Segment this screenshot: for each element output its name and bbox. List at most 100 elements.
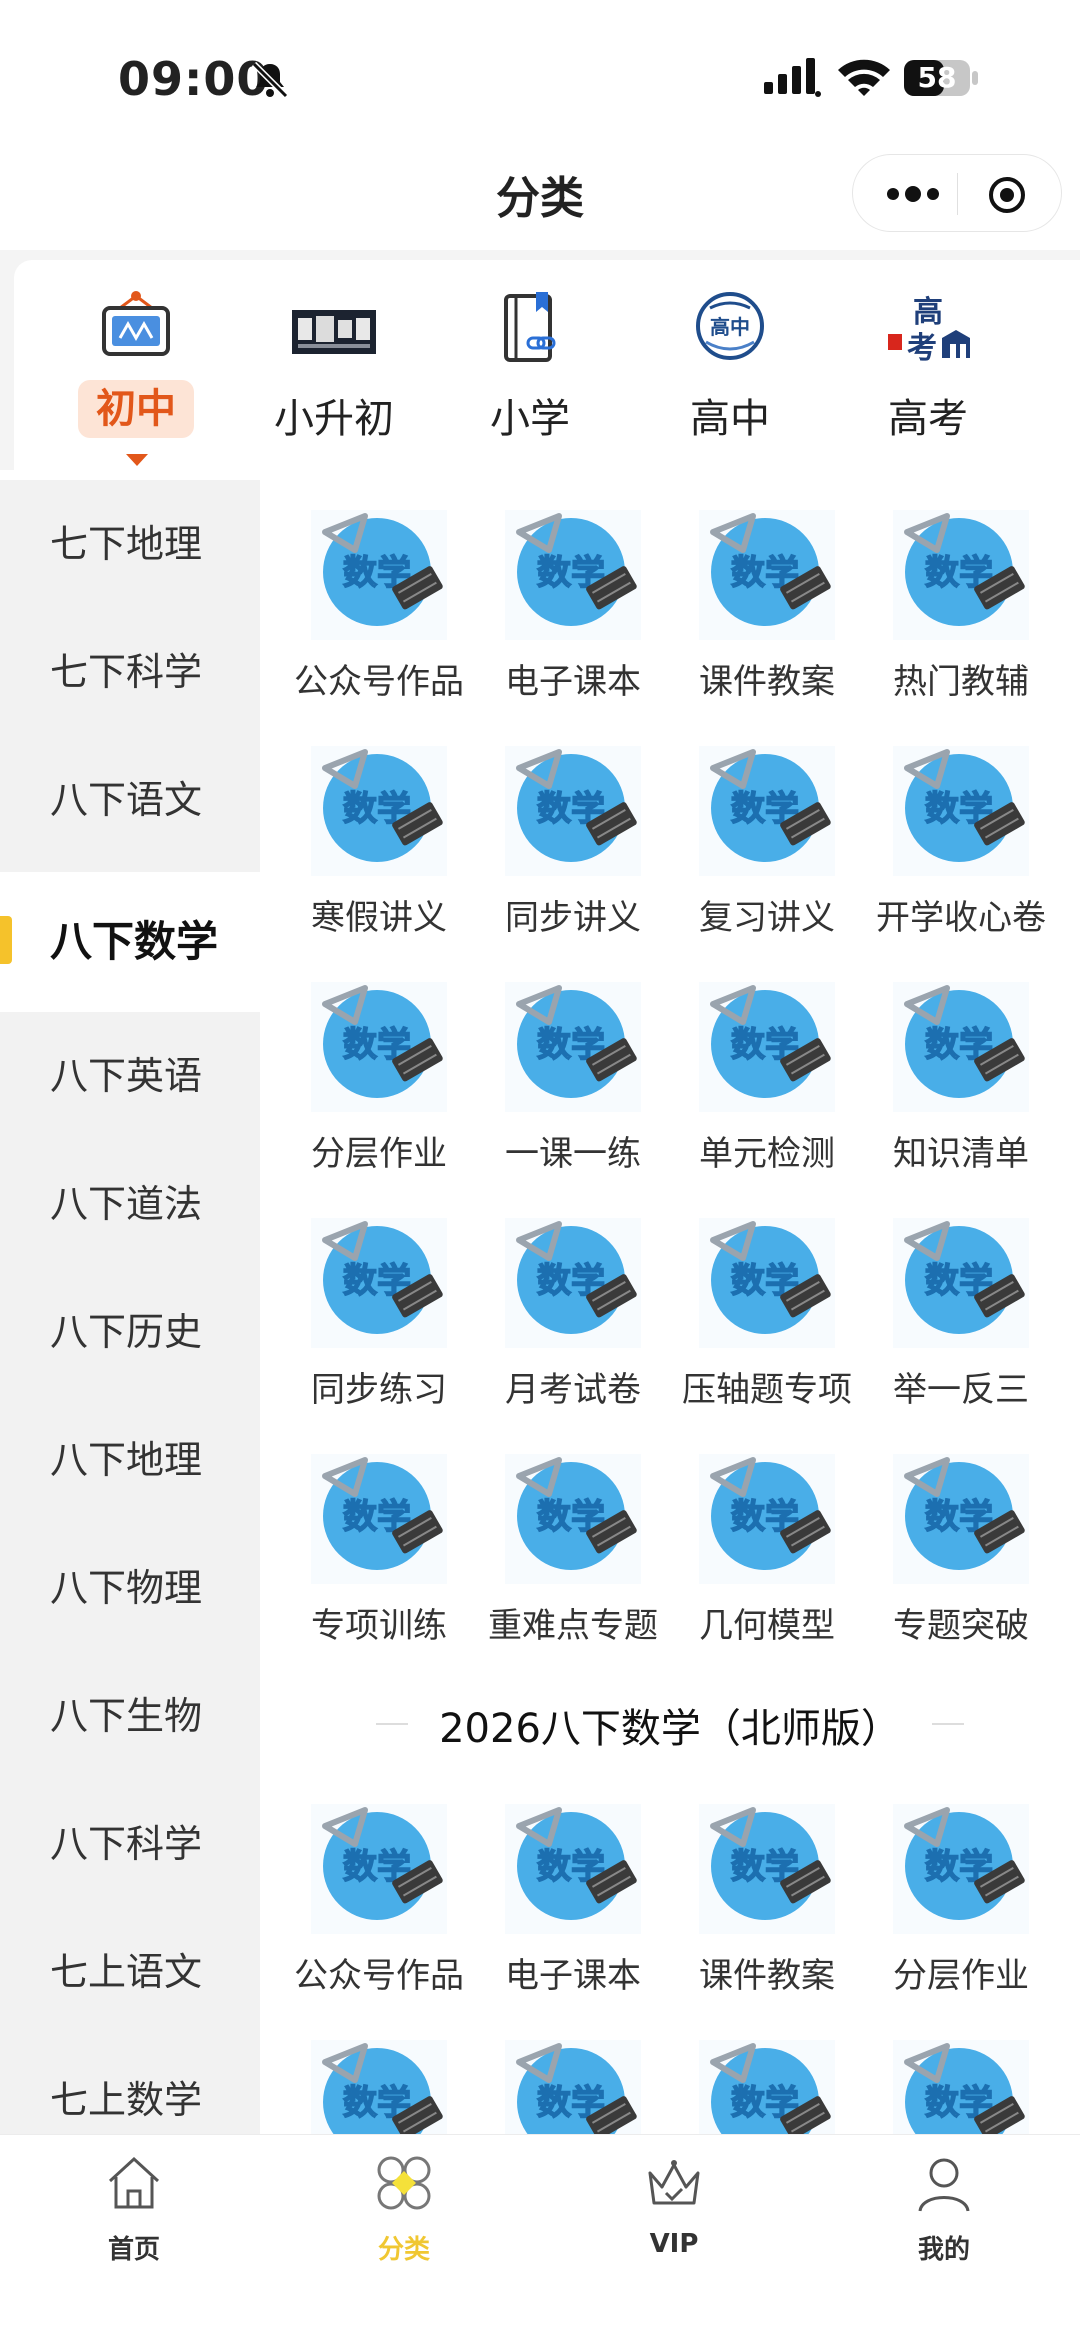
resource-item[interactable]: 数学 专题突破 [864, 1440, 1058, 1676]
status-bar: 09:00 58 [0, 0, 1080, 160]
level-card: 初中 小升初 小学 高中 高中 高 考 高考 [14, 260, 1080, 470]
gaokao-top-text: 高 [913, 295, 943, 330]
sidebar-item[interactable]: 八下英语 [0, 1012, 260, 1140]
badge-text: 高中 [710, 315, 750, 339]
math-thumbnail-icon: 数学 [505, 2040, 641, 2134]
resource-label: 知识清单 [893, 1134, 1029, 1174]
level-tab-primary-to-junior[interactable]: 小升初 [254, 288, 414, 468]
sidebar-item[interactable]: 七上数学 [0, 2036, 260, 2134]
sidebar-item-label: 八下地理 [50, 1438, 203, 1482]
sidebar-item-label: 七下地理 [50, 522, 203, 566]
resource-item[interactable]: 数学 同步讲义 [476, 732, 670, 968]
level-tab-junior[interactable]: 初中 [56, 288, 216, 468]
level-label: 初中 [78, 380, 194, 438]
sidebar-item[interactable]: 七下地理 [0, 480, 260, 608]
nav-bar: 分类 [0, 140, 1080, 250]
book-link-icon [504, 292, 556, 362]
tab-label: VIP [649, 2229, 699, 2259]
sidebar-item[interactable]: 八下地理 [0, 1396, 260, 1524]
resource-item[interactable]: 数学 专项训练 [282, 1440, 476, 1676]
sidebar-item[interactable]: 八下科学 [0, 1780, 260, 1908]
resource-label: 开学收心卷 [876, 898, 1046, 938]
math-thumbnail-icon: 数学 [699, 2040, 835, 2134]
sidebar-item[interactable]: 八下历史 [0, 1268, 260, 1396]
subject-sidebar: 七下地理 七下科学 八下语文 八下数学 八下英语 八下道法 八下历史 八下地理 … [0, 480, 260, 2134]
resource-item[interactable]: 数学 知识清单 [864, 968, 1058, 1204]
sidebar-item[interactable]: 八下语文 [0, 736, 260, 864]
sidebar-item-label: 八下数学 [50, 917, 219, 966]
resource-item[interactable]: 数学 热门教辅 [864, 496, 1058, 732]
resource-label: 热门教辅 [893, 662, 1029, 702]
resource-label: 专项训练 [311, 1606, 447, 1646]
resource-item[interactable]: 数学 课件教案 [670, 496, 864, 732]
resource-item[interactable]: 数学 分层作业 [282, 968, 476, 1204]
sidebar-item[interactable]: 七下科学 [0, 608, 260, 736]
resource-item[interactable]: 数学 复习讲义 [670, 732, 864, 968]
resource-item[interactable]: 数学 [670, 2026, 864, 2134]
resource-item[interactable]: 数学 课件教案 [670, 1790, 864, 2026]
resource-item[interactable]: 数学 一课一练 [476, 968, 670, 1204]
level-tab-primary[interactable]: 小学 [450, 288, 610, 468]
home-icon [108, 2156, 160, 2209]
resource-item[interactable]: 数学 [864, 2026, 1058, 2134]
resource-label: 分层作业 [893, 1956, 1029, 1996]
tab-vip[interactable]: VIP [584, 2153, 764, 2273]
resource-item[interactable]: 数学 寒假讲义 [282, 732, 476, 968]
tab-profile[interactable]: 我的 [854, 2153, 1034, 2273]
math-thumbnail-icon: 数学 [311, 1218, 447, 1348]
sidebar-item[interactable]: 八下道法 [0, 1140, 260, 1268]
sidebar-item-label: 七上数学 [50, 2078, 203, 2122]
wifi-icon [838, 59, 890, 96]
tab-label: 我的 [917, 2235, 970, 2265]
resource-item[interactable]: 数学 单元检测 [670, 968, 864, 1204]
resource-item[interactable]: 数学 举一反三 [864, 1204, 1058, 1440]
resource-item[interactable]: 数学 重难点专题 [476, 1440, 670, 1676]
resource-item[interactable]: 数学 开学收心卷 [864, 732, 1058, 968]
bottom-tab-bar: 首页 分类 VIP 我的 [0, 2134, 1080, 2346]
math-thumbnail-icon: 数学 [311, 510, 447, 640]
sidebar-item[interactable]: 七上语文 [0, 1908, 260, 2036]
gaokao-icon: 高 考 [888, 295, 970, 366]
resource-label: 专题突破 [893, 1606, 1029, 1646]
sidebar-item[interactable]: 八下生物 [0, 1652, 260, 1780]
resource-item[interactable]: 数学 [282, 2026, 476, 2134]
math-thumbnail-icon: 数学 [893, 982, 1029, 1112]
math-thumbnail-icon: 数学 [505, 1454, 641, 1584]
resource-item[interactable]: 数学 月考试卷 [476, 1204, 670, 1440]
section-title: 2026八下数学（北师版） [439, 1706, 901, 1752]
math-thumbnail-icon: 数学 [505, 1218, 641, 1348]
resource-item[interactable]: 数学 [476, 2026, 670, 2134]
resource-label: 复习讲义 [699, 898, 835, 938]
sidebar-item-label: 八下生物 [50, 1694, 203, 1738]
resource-item[interactable]: 数学 分层作业 [864, 1790, 1058, 2026]
resource-item[interactable]: 数学 公众号作品 [282, 496, 476, 732]
sidebar-item[interactable]: 八下物理 [0, 1524, 260, 1652]
level-tab-high-school[interactable]: 高中 高中 [650, 288, 810, 468]
level-label: 小升初 [274, 396, 394, 442]
math-thumbnail-icon: 数学 [893, 1804, 1029, 1934]
close-target-icon[interactable] [987, 175, 1027, 215]
sidebar-item-label: 八下语文 [50, 778, 203, 822]
tab-home[interactable]: 首页 [44, 2153, 224, 2273]
math-thumbnail-icon: 数学 [699, 1454, 835, 1584]
miniprogram-capsule [852, 154, 1062, 232]
resource-label: 同步练习 [311, 1370, 447, 1410]
level-tab-gaokao[interactable]: 高 考 高考 [848, 288, 1008, 468]
resource-item[interactable]: 数学 公众号作品 [282, 1790, 476, 2026]
resource-item[interactable]: 数学 电子课本 [476, 1790, 670, 2026]
tab-label: 首页 [107, 2235, 160, 2265]
level-label: 小学 [490, 396, 570, 442]
sidebar-item-label: 八下道法 [50, 1182, 203, 1226]
resource-item[interactable]: 数学 几何模型 [670, 1440, 864, 1676]
tab-label: 分类 [377, 2235, 430, 2265]
tab-category[interactable]: 分类 [314, 2153, 494, 2273]
resource-label: 一课一练 [505, 1134, 641, 1174]
resource-item[interactable]: 数学 同步练习 [282, 1204, 476, 1440]
resource-item[interactable]: 数学 压轴题专项 [670, 1204, 864, 1440]
sidebar-item-label: 八下历史 [50, 1310, 203, 1354]
sidebar-item-active[interactable]: 八下数学 [0, 872, 260, 1012]
more-icon[interactable] [883, 183, 943, 205]
resource-label: 电子课本 [505, 1956, 641, 1996]
resource-label: 公众号作品 [294, 1956, 464, 1996]
resource-item[interactable]: 数学 电子课本 [476, 496, 670, 732]
